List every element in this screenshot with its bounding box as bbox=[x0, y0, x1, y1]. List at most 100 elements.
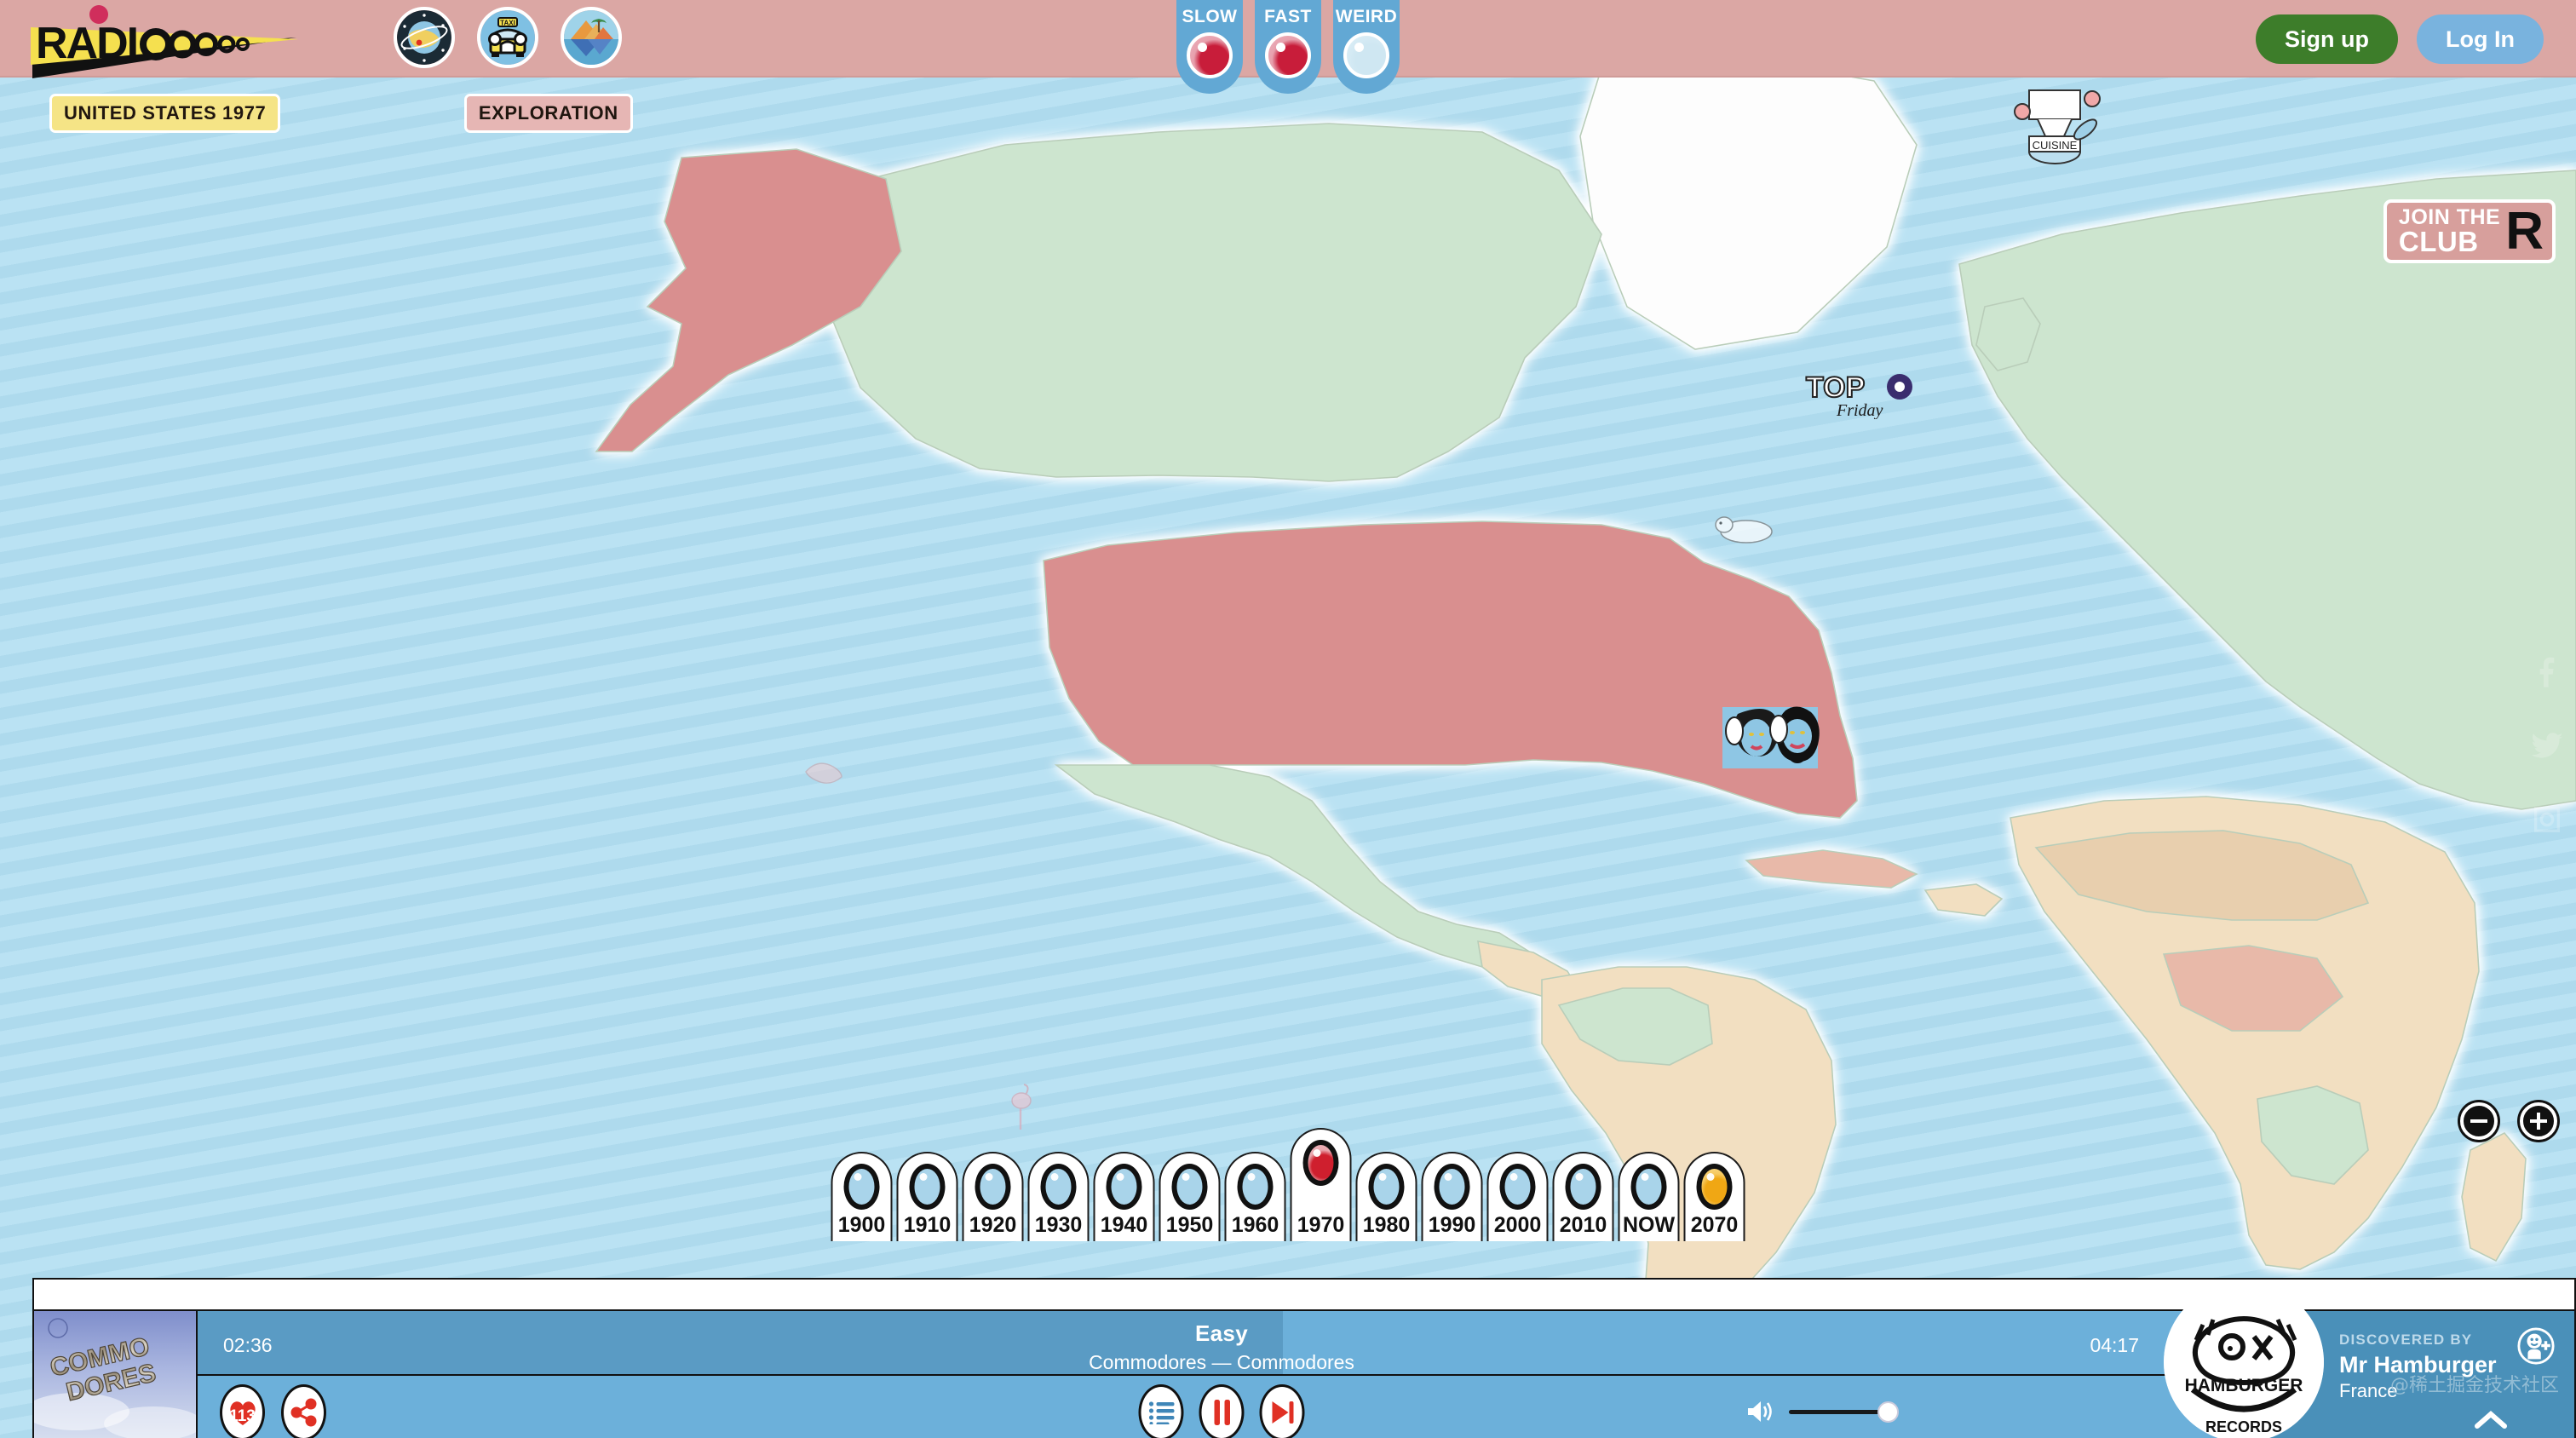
radiooooo-logo[interactable]: RADI bbox=[24, 3, 305, 82]
svg-text:HAMBURGER: HAMBURGER bbox=[2185, 1376, 2303, 1395]
top-header-bar: RADI TAXI SLOW FAST WEIRD Sign up Log In bbox=[0, 0, 2576, 94]
current-time: 02:36 bbox=[223, 1334, 273, 1356]
svg-text:Friday: Friday bbox=[1836, 401, 1883, 419]
zoom-out-button[interactable] bbox=[2460, 1102, 2498, 1140]
svg-text:RADI: RADI bbox=[36, 19, 137, 68]
volume-control[interactable] bbox=[1746, 1399, 1899, 1424]
tab-fast-label: FAST bbox=[1264, 7, 1312, 26]
top10-friday-sticker[interactable]: TOP Friday bbox=[1804, 368, 1923, 420]
join-club-line2: CLUB bbox=[2398, 225, 2479, 257]
country-year-badge[interactable]: UNITED STATES 1977 bbox=[49, 94, 281, 133]
log-in-button[interactable]: Log In bbox=[2417, 14, 2544, 64]
decade-label: 1930 bbox=[1034, 1213, 1083, 1237]
cuisine-doodle-sticker[interactable]: CUISINE bbox=[2004, 73, 2106, 167]
player-controls-row: 113 bbox=[198, 1376, 2245, 1438]
decade-label: 1900 bbox=[837, 1213, 886, 1237]
flamingo-doodle[interactable] bbox=[1005, 1082, 1039, 1133]
decade-label: 2070 bbox=[1690, 1213, 1739, 1237]
player-body: COMMO DORES Easy Commodores — Commodores… bbox=[32, 1282, 2576, 1438]
discovered-by-panel: HAMBURGER RECORDS DISCOVERED BY Mr Hambu… bbox=[2164, 1282, 2574, 1438]
decade-2010[interactable]: 2010 bbox=[1552, 1152, 1614, 1241]
share-icon bbox=[290, 1398, 316, 1427]
weird-indicator bbox=[1343, 32, 1389, 78]
next-track-button[interactable] bbox=[1259, 1384, 1305, 1438]
tab-weird-label: WEIRD bbox=[1335, 7, 1398, 26]
left-action-buttons[interactable]: 113 bbox=[220, 1384, 326, 1438]
discoverer-avatar[interactable]: HAMBURGER RECORDS bbox=[2164, 1282, 2324, 1438]
decade-1940[interactable]: 1940 bbox=[1093, 1152, 1155, 1241]
audio-player-bar: COMMO DORES Easy Commodores — Commodores… bbox=[32, 1278, 2576, 1438]
map-zoom-controls[interactable] bbox=[2460, 1102, 2557, 1140]
decade-1950[interactable]: 1950 bbox=[1159, 1152, 1221, 1241]
playback-controls[interactable] bbox=[1138, 1384, 1305, 1438]
sign-up-button[interactable]: Sign up bbox=[2256, 14, 2399, 64]
decade-label: 1950 bbox=[1165, 1213, 1214, 1237]
playlist-button[interactable] bbox=[1138, 1384, 1184, 1438]
decade-timeline[interactable]: 1900 1910 1920 1930 1940 1950 1960 1970 … bbox=[831, 1128, 1745, 1241]
tab-slow[interactable]: SLOW bbox=[1176, 0, 1243, 94]
like-button[interactable]: 113 bbox=[220, 1384, 265, 1438]
decade-2070[interactable]: 2070 bbox=[1683, 1152, 1745, 1241]
pause-icon bbox=[1214, 1400, 1230, 1425]
discovered-by-label: DISCOVERED BY bbox=[2339, 1332, 2473, 1348]
next-icon bbox=[1272, 1401, 1293, 1424]
decade-label: 2010 bbox=[1559, 1213, 1607, 1237]
decade-now[interactable]: NOW bbox=[1618, 1152, 1680, 1241]
duo-portrait-sticker[interactable] bbox=[1716, 697, 1826, 778]
svg-text:RECORDS: RECORDS bbox=[2205, 1418, 2282, 1435]
decade-1980[interactable]: 1980 bbox=[1355, 1152, 1417, 1241]
slow-indicator bbox=[1187, 32, 1233, 78]
fish-doodle[interactable] bbox=[801, 750, 848, 792]
decade-1990[interactable]: 1990 bbox=[1421, 1152, 1483, 1241]
instagram-icon[interactable] bbox=[2530, 802, 2564, 837]
taxi-icon[interactable]: TAXI bbox=[477, 7, 538, 68]
decade-1910[interactable]: 1910 bbox=[896, 1152, 958, 1241]
decade-label: 1910 bbox=[903, 1213, 952, 1237]
nav-icon-group[interactable]: TAXI bbox=[394, 7, 622, 68]
globe-icon[interactable] bbox=[394, 7, 455, 68]
album-artwork[interactable]: COMMO DORES bbox=[34, 1311, 198, 1438]
mode-tabs[interactable]: SLOW FAST WEIRD bbox=[1176, 0, 1400, 94]
decade-label: 1990 bbox=[1428, 1213, 1476, 1237]
volume-icon[interactable] bbox=[1746, 1399, 1775, 1424]
progress-fill bbox=[198, 1311, 1284, 1374]
auth-button-group[interactable]: Sign up Log In bbox=[2256, 14, 2544, 64]
like-count: 113 bbox=[229, 1407, 256, 1425]
decade-1970[interactable]: 1970 bbox=[1290, 1128, 1352, 1241]
map-filter-badges: UNITED STATES 1977 EXPLORATION bbox=[49, 94, 633, 133]
decade-label: 1960 bbox=[1231, 1213, 1279, 1237]
twitter-icon[interactable] bbox=[2530, 729, 2564, 763]
svg-text:CUISINE: CUISINE bbox=[2033, 139, 2078, 152]
join-the-club-button[interactable]: JOIN THE CLUB R bbox=[2383, 199, 2556, 264]
decade-label: 1970 bbox=[1297, 1213, 1345, 1237]
tab-fast[interactable]: FAST bbox=[1255, 0, 1321, 94]
polar-bear-doodle[interactable] bbox=[1709, 503, 1782, 549]
player-main: Easy Commodores — Commodores 02:36 04:17… bbox=[198, 1311, 2245, 1438]
tab-weird[interactable]: WEIRD bbox=[1333, 0, 1400, 94]
decade-1960[interactable]: 1960 bbox=[1224, 1152, 1286, 1241]
decade-1930[interactable]: 1930 bbox=[1027, 1152, 1090, 1241]
decade-1900[interactable]: 1900 bbox=[831, 1152, 893, 1241]
volume-slider-knob[interactable] bbox=[1877, 1401, 1899, 1423]
fast-indicator bbox=[1265, 32, 1311, 78]
decade-label: NOW bbox=[1622, 1213, 1676, 1237]
svg-text:TOP: TOP bbox=[1806, 371, 1865, 404]
social-links[interactable] bbox=[2530, 656, 2564, 837]
volume-slider-track[interactable] bbox=[1789, 1401, 1899, 1423]
decade-2000[interactable]: 2000 bbox=[1486, 1152, 1549, 1241]
share-button[interactable] bbox=[281, 1384, 326, 1438]
join-club-r-mark: R bbox=[2505, 201, 2544, 261]
pause-button[interactable] bbox=[1199, 1384, 1245, 1438]
watermark-text: @稀土掘金技术社区 bbox=[2389, 1375, 2559, 1396]
decade-label: 1920 bbox=[969, 1213, 1017, 1237]
tab-slow-label: SLOW bbox=[1182, 7, 1238, 26]
facebook-icon[interactable] bbox=[2530, 656, 2564, 690]
chevron-up-icon[interactable] bbox=[2472, 1407, 2510, 1433]
genre-badge[interactable]: EXPLORATION bbox=[463, 94, 633, 133]
zoom-in-button[interactable] bbox=[2520, 1102, 2557, 1140]
decade-1920[interactable]: 1920 bbox=[962, 1152, 1024, 1241]
island-icon[interactable] bbox=[561, 7, 622, 68]
add-friend-icon[interactable] bbox=[2516, 1326, 2556, 1366]
decade-label: 1980 bbox=[1362, 1213, 1411, 1237]
progress-bar[interactable]: Easy Commodores — Commodores 02:36 04:17 bbox=[198, 1311, 2245, 1376]
